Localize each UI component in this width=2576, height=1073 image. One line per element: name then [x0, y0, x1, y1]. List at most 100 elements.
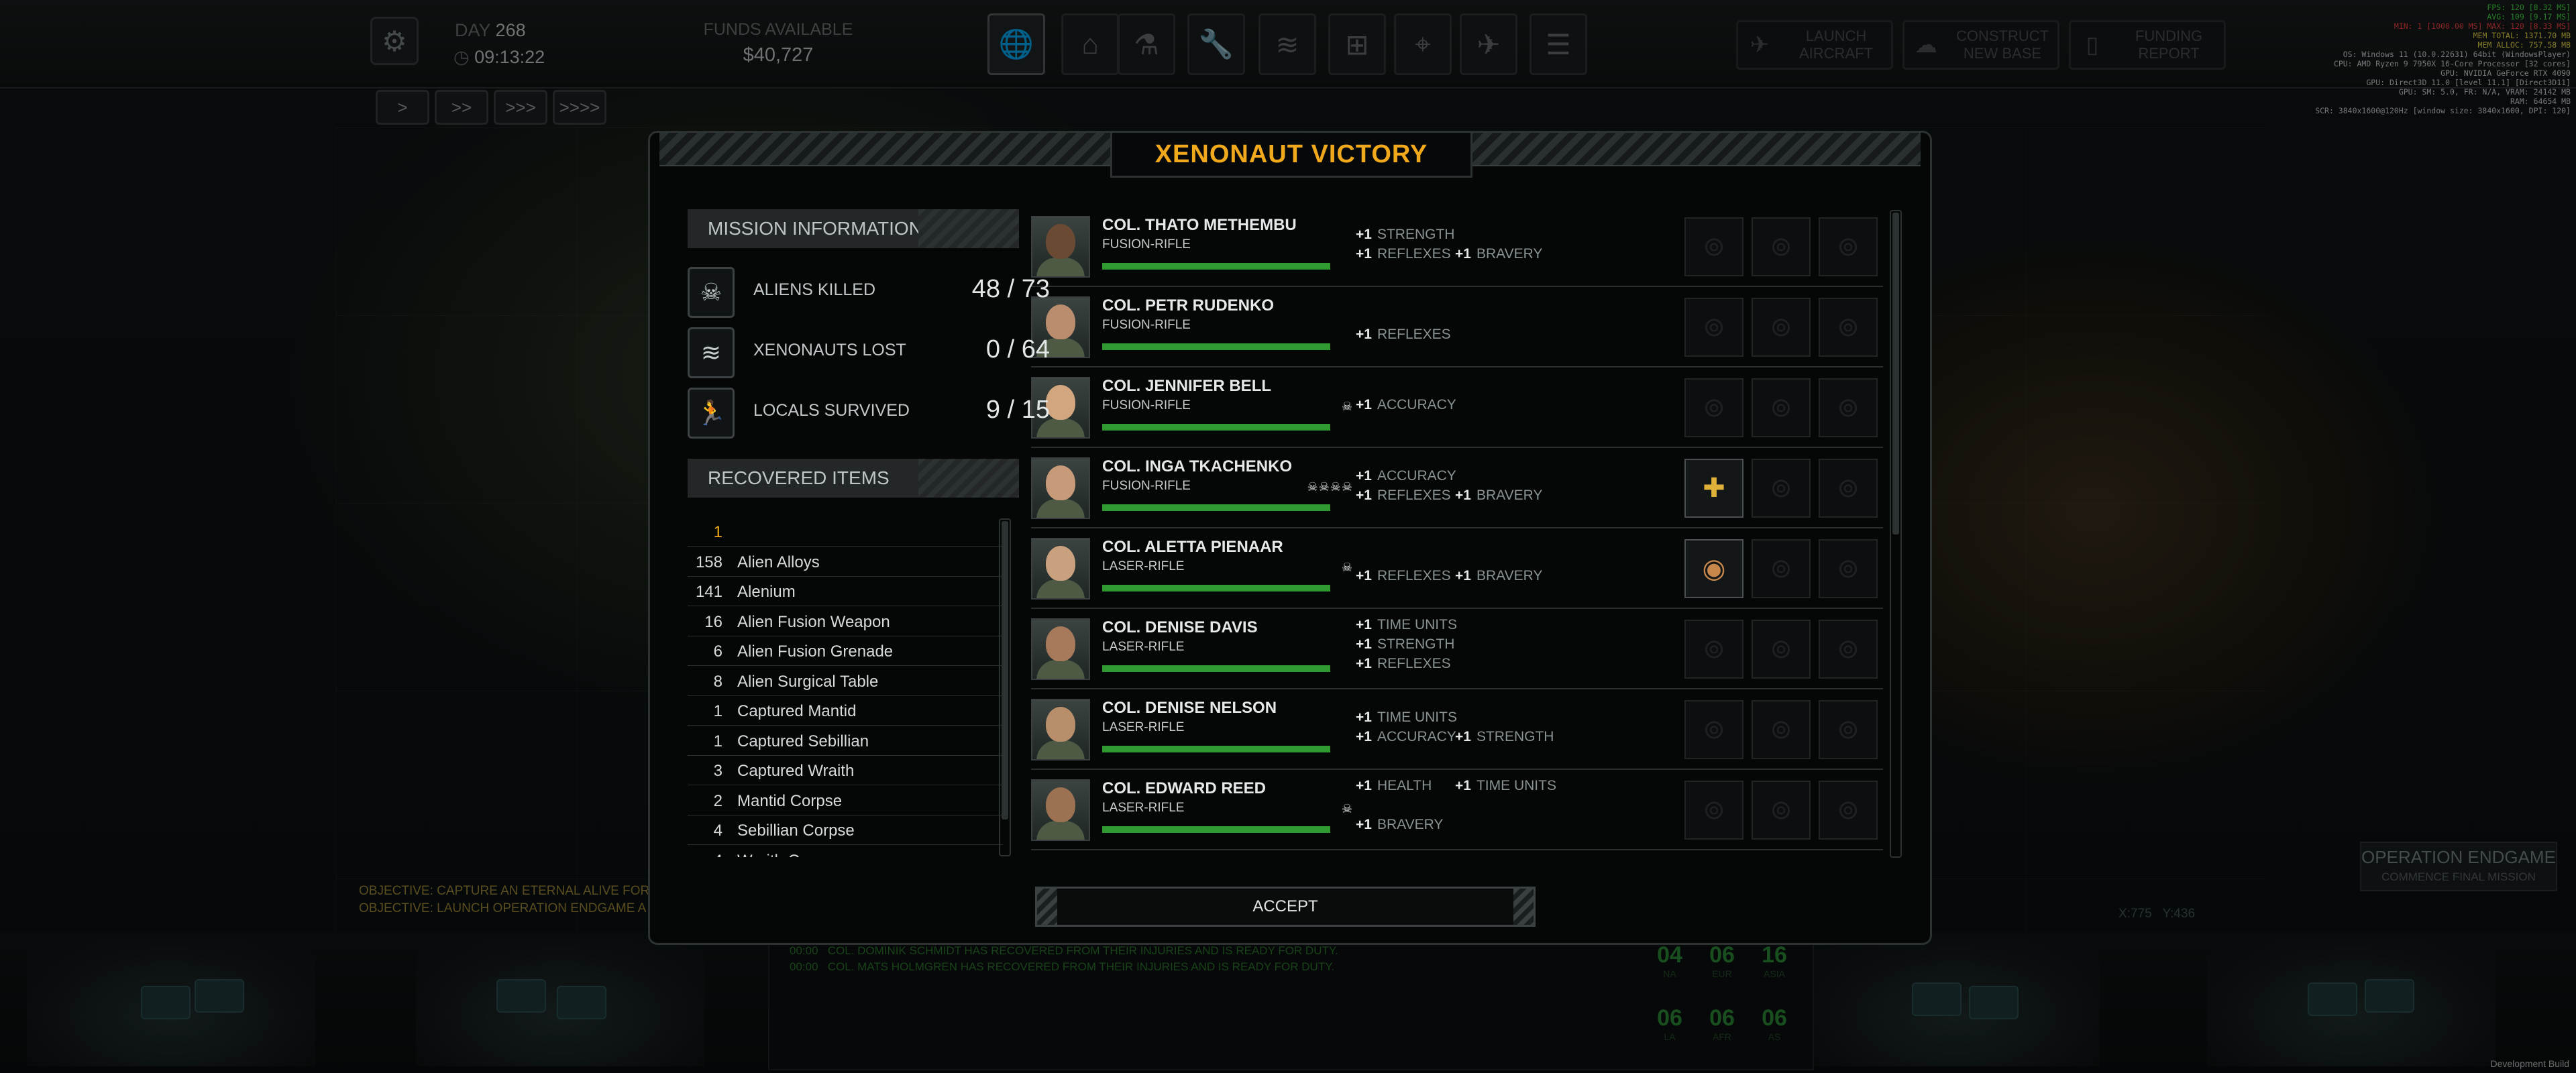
- items-scrollbar[interactable]: [999, 518, 1011, 856]
- medal-slot-icon: ⊚: [1752, 700, 1811, 759]
- experience-fill: [1102, 826, 1330, 833]
- experience-bar: [1102, 343, 1330, 350]
- list-item[interactable]: 1 Captured Sebillian: [688, 726, 1003, 756]
- experience-fill: [1102, 263, 1330, 270]
- list-item[interactable]: 4 Wraith Corpse: [688, 845, 1003, 858]
- list-item[interactable]: 6 Alien Fusion Grenade: [688, 636, 1003, 666]
- stat-increase-value: +1: [1356, 327, 1372, 342]
- soldier-row[interactable]: COL. INGA TKACHENKO FUSION-RIFLE ☠☠☠☠ +1 ACC…: [1031, 448, 1883, 528]
- list-item[interactable]: 141 Alenium: [688, 576, 1003, 606]
- roster-scrollbar[interactable]: [1890, 210, 1902, 858]
- portrait-face: [1046, 304, 1075, 339]
- soldier-weapon: FUSION-RIFLE: [1102, 237, 1191, 251]
- recovered-items-list[interactable]: 1 158 Alien Alloys 141 Alenium 16 Alien Fusion…: [688, 516, 1003, 857]
- soldier-name: COL. DENISE NELSON: [1102, 699, 1277, 717]
- stat-increase-value: +1: [1356, 636, 1372, 652]
- soldier-row[interactable]: COL. EDWARD REED LASER-RIFLE ☠ +1 HEALTH +1 TI…: [1031, 770, 1883, 850]
- stat-increase-value: +1: [1356, 488, 1372, 503]
- medal-slot-icon: ⊚: [1752, 298, 1811, 357]
- stat-value: 9 / 15: [985, 396, 1050, 424]
- soldier-row[interactable]: COL. JENNIFER BELL FUSION-RIFLE ☠ +1 ACCURAC…: [1031, 368, 1883, 448]
- medal-slot-icon: ⊚: [1819, 378, 1878, 437]
- medal-slot-icon: ⊚: [1752, 620, 1811, 679]
- soldier-roster[interactable]: COL. THATO METHEMBU FUSION-RIFLE +1 STRENGT…: [1031, 207, 1883, 857]
- list-item[interactable]: 1: [688, 516, 1003, 547]
- stat-label: XENONAUTS LOST: [753, 341, 906, 359]
- soldier-row[interactable]: COL. PETR RUDENKO FUSION-RIFLE +1 REFLEXES ⊚…: [1031, 287, 1883, 368]
- medal-slot-icon: ⊚: [1684, 700, 1743, 759]
- list-item[interactable]: 3 Captured Wraith: [688, 755, 1003, 785]
- experience-fill: [1102, 504, 1330, 511]
- stat-increase-name: HEALTH: [1377, 778, 1432, 793]
- soldier-portrait: [1031, 779, 1090, 841]
- mission-stat-row: 🏃 LOCALS SURVIVED 9 / 15: [688, 385, 1050, 439]
- recovered-items-header: RECOVERED ITEMS: [688, 459, 1019, 498]
- experience-bar: [1102, 585, 1330, 591]
- soldier-row[interactable]: COL. THATO METHEMBU FUSION-RIFLE +1 STRENGT…: [1031, 207, 1883, 287]
- list-item[interactable]: 158 Alien Alloys: [688, 547, 1003, 577]
- experience-fill: [1102, 424, 1330, 431]
- list-item[interactable]: 2 Mantid Corpse: [688, 785, 1003, 815]
- kill-skull-icons: ☠: [1341, 400, 1353, 413]
- soldier-portrait: [1031, 618, 1090, 680]
- soldier-name: COL. EDWARD REED: [1102, 779, 1267, 797]
- item-name: Sebillian Corpse: [737, 822, 855, 840]
- item-name: Captured Mantid: [737, 702, 857, 720]
- stat-increase-value: +1: [1356, 778, 1372, 793]
- portrait-face: [1046, 546, 1075, 581]
- item-name: Alien Fusion Weapon: [737, 612, 890, 631]
- item-quantity: 16: [704, 612, 722, 631]
- mission-info-header: MISSION INFORMATION: [688, 209, 1019, 248]
- soldier-row[interactable]: COL. ALETTA PIENAAR LASER-RIFLE ☠ +1 REFLEXE…: [1031, 528, 1883, 609]
- stat-increase-value: +1: [1455, 729, 1471, 744]
- kill-skull-icons: ☠: [1341, 802, 1353, 815]
- medal-slot-icon: ⊚: [1752, 781, 1811, 840]
- list-item[interactable]: 8 Alien Surgical Table: [688, 666, 1003, 696]
- stat-increase-name: ACCURACY: [1377, 397, 1456, 412]
- stat-increase: +1 REFLEXES: [1356, 488, 1451, 504]
- soldier-row[interactable]: COL. DENISE NELSON LASER-RIFLE +1 TIME UNIT…: [1031, 689, 1883, 770]
- stat-increase: +1 REFLEXES: [1356, 327, 1451, 343]
- accept-button[interactable]: ACCEPT: [1035, 887, 1536, 927]
- stat-increase-name: STRENGTH: [1377, 227, 1455, 242]
- list-item[interactable]: 1 Captured Mantid: [688, 695, 1003, 726]
- soldier-weapon: LASER-RIFLE: [1102, 640, 1185, 654]
- kill-skull-icons: ☠☠☠☠: [1307, 480, 1353, 494]
- stat-increase-name: REFLEXES: [1377, 327, 1451, 342]
- stat-increase-name: STRENGTH: [1377, 636, 1455, 652]
- portrait-face: [1046, 707, 1075, 742]
- stat-increase-value: +1: [1356, 729, 1372, 744]
- button-cap: [1513, 889, 1534, 925]
- item-quantity: 1: [713, 523, 722, 541]
- medal-slot-icon: ⊚: [1819, 298, 1878, 357]
- stat-increase-value: +1: [1356, 246, 1372, 262]
- item-quantity: 8: [713, 672, 722, 691]
- stat-increase: +1 BRAVERY: [1356, 817, 1443, 833]
- stat-increase-name: BRAVERY: [1476, 488, 1543, 503]
- portrait-uniform: [1036, 660, 1085, 679]
- medal-slot-icon: ⊚: [1819, 539, 1878, 598]
- medal-slot-icon: ⊚: [1752, 378, 1811, 437]
- experience-bar: [1102, 746, 1330, 752]
- list-item[interactable]: 4 Sebillian Corpse: [688, 815, 1003, 845]
- soldier-name: COL. INGA TKACHENKO: [1102, 457, 1293, 475]
- portrait-face: [1046, 626, 1075, 661]
- medal-slot-icon: ⊚: [1684, 298, 1743, 357]
- running-person-icon: 🏃: [688, 388, 735, 439]
- soldier-row[interactable]: COL. DENISE DAVIS LASER-RIFLE +1 TIME UNITS…: [1031, 609, 1883, 689]
- scroll-thumb[interactable]: [1892, 213, 1899, 534]
- victory-dialog: XENONAUT VICTORY MISSION INFORMATION REC…: [648, 131, 1932, 945]
- list-item[interactable]: 16 Alien Fusion Weapon: [688, 606, 1003, 636]
- soldier-weapon: LASER-RIFLE: [1102, 720, 1185, 734]
- stat-increase-value: +1: [1356, 227, 1372, 242]
- experience-bar: [1102, 665, 1330, 672]
- experience-fill: [1102, 746, 1330, 752]
- scroll-thumb[interactable]: [1002, 521, 1008, 820]
- item-quantity: 1: [713, 732, 722, 750]
- stat-increase-name: TIME UNITS: [1377, 617, 1457, 632]
- portrait-face: [1046, 385, 1075, 420]
- item-quantity: 158: [695, 553, 722, 571]
- medal-slot-icon: ⊚: [1819, 620, 1878, 679]
- item-name: Alien Surgical Table: [737, 672, 879, 691]
- stat-increase: +1 HEALTH: [1356, 778, 1432, 794]
